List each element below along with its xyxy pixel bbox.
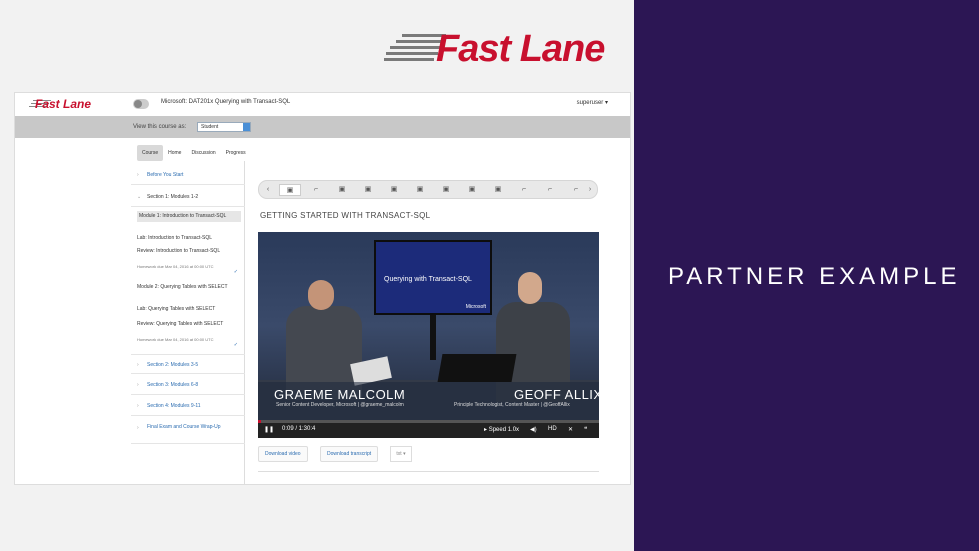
tab-course[interactable]: Course — [137, 145, 164, 161]
presenter-head — [308, 280, 334, 310]
section-label: Section 1: Modules 1-2 — [147, 194, 199, 200]
doc-unit-icon[interactable]: ⌐ — [305, 184, 327, 196]
quote-icon[interactable]: ❝ — [584, 426, 587, 433]
outline-item-review2[interactable]: Review: Querying Tables with SELECT — [137, 321, 241, 328]
outline-section-3[interactable]: › Section 3: Modules 6-8 — [131, 375, 245, 395]
speaker-name-right: GEOFF ALLIX — [514, 387, 599, 402]
video-unit-icon[interactable]: ▣ — [357, 184, 379, 196]
pause-icon[interactable]: ❚❚ — [264, 426, 274, 433]
course-tabs: Course Home Discussion Progress — [137, 145, 251, 161]
section-label: Section 2: Modules 3-5 — [147, 362, 199, 368]
outline-section-before-start[interactable]: › Before You Start — [131, 165, 245, 185]
fast-lane-logo: Fast Lane — [384, 28, 620, 70]
username: superuser — [576, 100, 604, 106]
role-select[interactable]: Student — [197, 122, 251, 132]
section-label: Before You Start — [147, 172, 184, 178]
speed-label: Speed 1.0x — [488, 427, 520, 433]
speaker-role-right: Principle Technologist, Content Master |… — [454, 402, 570, 408]
video-unit-icon[interactable]: ▣ — [487, 184, 509, 196]
unit-sequence-nav: ‹ ▣ ⌐ ▣ ▣ ▣ ▣ ▣ ▣ ▣ ⌐ ⌐ ⌐ › — [258, 180, 598, 199]
app-logo[interactable]: Fast Lane — [35, 97, 91, 111]
tab-home[interactable]: Home — [163, 145, 186, 161]
chevron-right-icon: › — [137, 172, 139, 178]
chevron-right-icon: › — [137, 382, 139, 388]
doc-unit-icon[interactable]: ⌐ — [513, 184, 535, 196]
chevron-down-icon: ▾ — [403, 451, 406, 457]
due-date: Homework due Mar 04, 2016 at 00:00 UTC — [137, 337, 214, 342]
transcript-format-select[interactable]: txt ▾ — [390, 446, 412, 462]
check-icon: ✓ — [233, 269, 238, 275]
due-date: Homework due Mar 04, 2016 at 00:00 UTC — [137, 264, 214, 269]
video-time: 0:09 / 1:30:4 — [282, 426, 316, 432]
outline-item-lab1[interactable]: Lab: Introduction to Transact-SQL — [137, 235, 241, 242]
chevron-right-icon: › — [137, 362, 139, 368]
video-unit-icon[interactable]: ▣ — [461, 184, 483, 196]
divider — [258, 471, 599, 472]
tab-progress[interactable]: Progress — [221, 145, 251, 161]
view-as-label: View this course as: — [133, 124, 187, 130]
check-icon: ✓ — [233, 342, 238, 348]
course-title: Microsoft: DAT201x Querying with Transac… — [161, 99, 291, 105]
view-as-bar: View this course as: Student — [15, 116, 630, 138]
chevron-right-icon: › — [137, 403, 139, 409]
outline-item-review1[interactable]: Review: Introduction to Transact-SQL — [137, 248, 241, 255]
outline-item-module1[interactable]: Module 1: Introduction to Transact-SQL — [137, 211, 241, 222]
speaker-role-left: Senior Content Developer, Microsoft | @g… — [276, 402, 404, 408]
monitor-title: Querying with Transact-SQL — [384, 276, 472, 283]
chevron-down-icon: ⌄ — [137, 194, 142, 200]
unit-title: GETTING STARTED WITH TRANSACT-SQL — [260, 211, 431, 220]
format-label: txt — [396, 451, 402, 457]
logo-stripe — [384, 58, 434, 61]
studio-monitor: Querying with Transact-SQL Microsoft — [374, 240, 492, 315]
video-player[interactable]: Querying with Transact-SQL Microsoft GRA… — [258, 232, 599, 438]
tab-discussion[interactable]: Discussion — [186, 145, 220, 161]
outline-section-1[interactable]: ⌄ Section 1: Modules 1-2 — [131, 187, 245, 207]
video-unit-icon[interactable]: ▣ — [383, 184, 405, 196]
speaker-name-left: GRAEME MALCOLM — [274, 387, 406, 402]
logo-stripe — [390, 46, 442, 49]
outline-section-4[interactable]: › Section 4: Modules 9-11 — [131, 396, 245, 416]
section-label: Section 4: Modules 9-11 — [147, 403, 201, 409]
outline-item-module2[interactable]: Module 2: Querying Tables with SELECT — [137, 284, 241, 291]
logo-stripe — [386, 52, 438, 55]
chevron-left-icon[interactable]: ‹ — [261, 184, 275, 196]
chevron-right-icon: › — [137, 425, 139, 431]
user-menu[interactable]: superuser ▾ — [577, 99, 608, 106]
volume-icon[interactable]: ◀) — [530, 426, 537, 433]
video-unit-icon[interactable]: ▣ — [409, 184, 431, 196]
lms-screenshot: Fast Lane Microsoft: DAT201x Querying wi… — [14, 92, 631, 485]
captions-close-icon[interactable]: ✕ — [568, 426, 573, 433]
toggle-switch[interactable] — [133, 99, 149, 109]
video-controls: ❚❚ 0:09 / 1:30:4 ▸ Speed 1.0x ◀) HD ✕ ❝ — [258, 423, 599, 438]
hd-toggle[interactable]: HD — [548, 426, 557, 432]
logo-text: Fast Lane — [436, 28, 605, 70]
outline-item-lab2[interactable]: Lab: Querying Tables with SELECT — [137, 306, 241, 313]
course-outline: › Before You Start ⌄ Section 1: Modules … — [131, 161, 245, 484]
monitor-stand — [430, 315, 436, 360]
section-label: Final Exam and Course Wrap-Up — [147, 424, 221, 430]
video-unit-icon[interactable]: ▣ — [435, 184, 457, 196]
outline-section-final[interactable]: › Final Exam and Course Wrap-Up — [131, 418, 245, 444]
download-video-button[interactable]: Download video — [258, 446, 308, 462]
video-unit-icon[interactable]: ▣ — [279, 184, 301, 196]
presenter-head — [518, 272, 542, 304]
top-bar: Fast Lane Microsoft: DAT201x Querying wi… — [15, 93, 630, 116]
doc-unit-icon[interactable]: ⌐ — [539, 184, 561, 196]
outline-section-2[interactable]: › Section 2: Modules 3-5 — [131, 354, 245, 374]
section-label: Section 3: Modules 6-8 — [147, 382, 199, 388]
video-unit-icon[interactable]: ▣ — [331, 184, 353, 196]
partner-label: PARTNER EXAMPLE — [668, 263, 961, 290]
speed-control[interactable]: ▸ Speed 1.0x — [484, 426, 519, 433]
chevron-down-icon: ▾ — [604, 100, 608, 106]
laptop-device — [437, 354, 517, 382]
microsoft-logo: Microsoft — [465, 304, 486, 310]
download-transcript-button[interactable]: Download transcript — [320, 446, 379, 462]
chevron-right-icon[interactable]: › — [583, 184, 597, 196]
